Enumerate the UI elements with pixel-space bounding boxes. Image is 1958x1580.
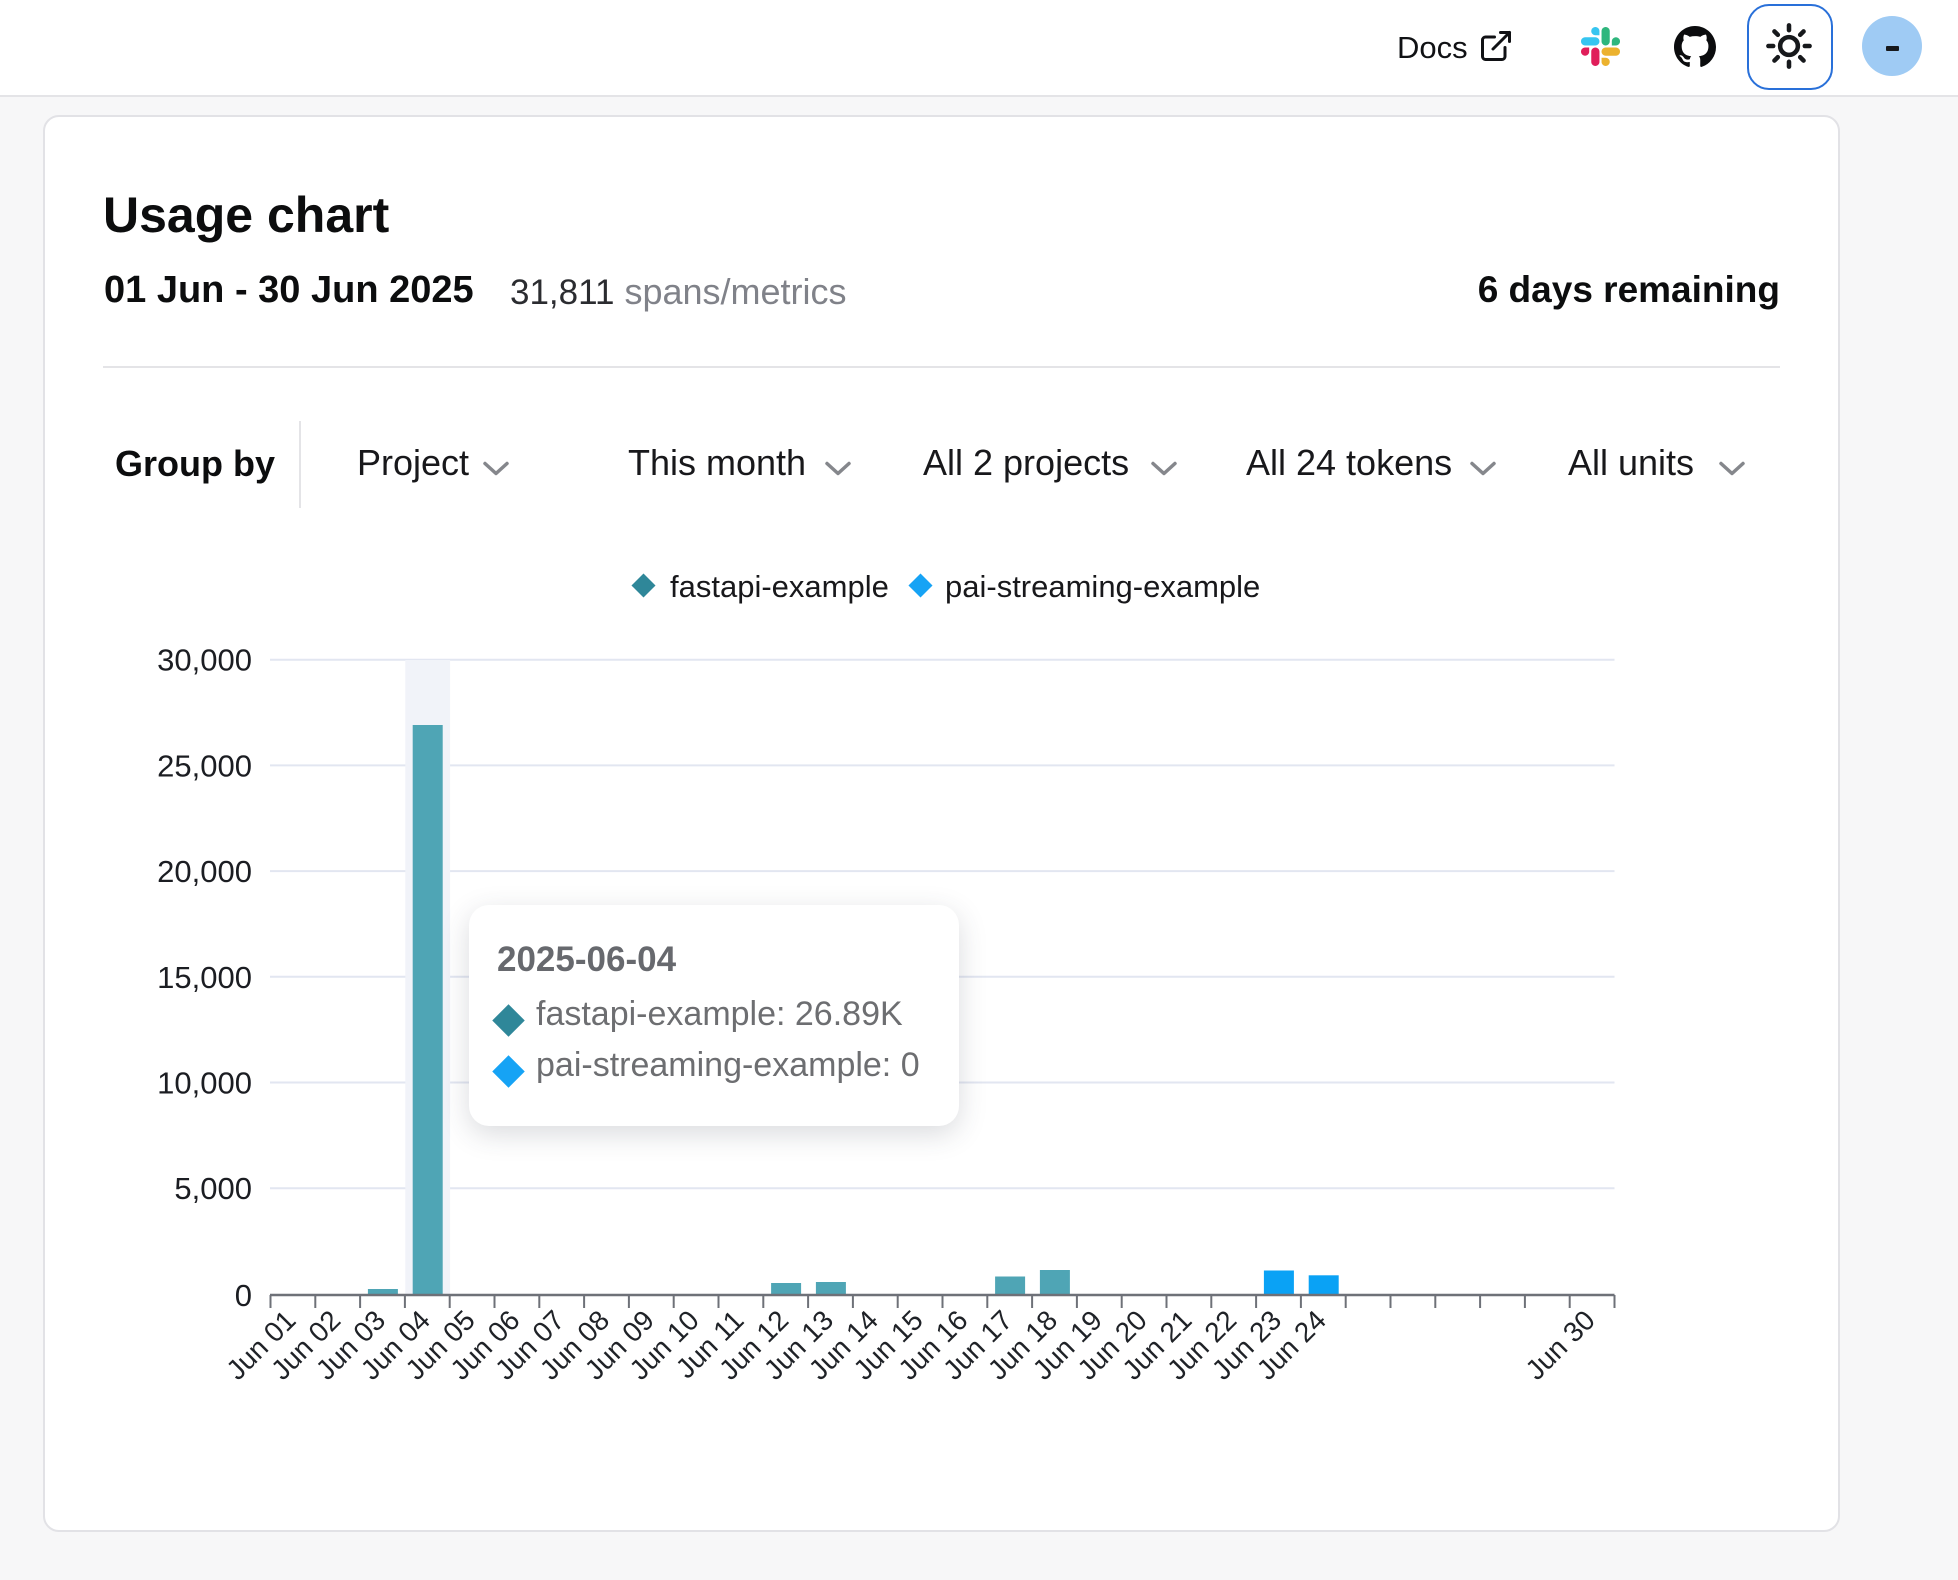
svg-text:0: 0	[235, 1278, 252, 1313]
svg-text:10,000: 10,000	[157, 1066, 252, 1101]
svg-text:25,000: 25,000	[157, 748, 252, 783]
svg-text:15,000: 15,000	[157, 960, 252, 995]
svg-text:5,000: 5,000	[174, 1171, 252, 1206]
svg-text:20,000: 20,000	[157, 854, 252, 889]
svg-text:Jun 30: Jun 30	[1519, 1304, 1600, 1385]
svg-text:30,000: 30,000	[157, 643, 252, 678]
